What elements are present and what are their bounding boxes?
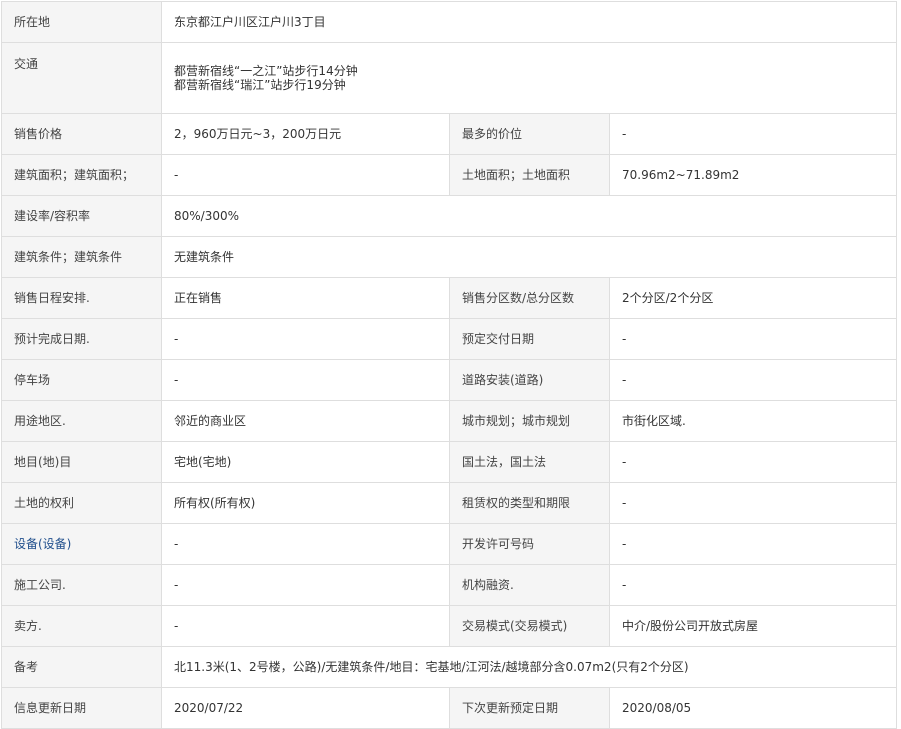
label-zoning: 用途地区. [1,400,162,442]
value-sales-lots: 2个分区/2个分区 [608,277,898,319]
value-zoning: 邻近的商业区 [161,400,450,442]
row-building-condition: 建筑条件；建筑条件 无建筑条件 [1,236,898,278]
row-building-area: 建筑面积；建筑面积； - 土地面积；土地面积 70.96m2~71.89m2 [1,154,898,196]
row-zoning: 用途地区. 邻近的商业区 城市规划；城市规划 市街化区域. [1,400,898,442]
value-facilities: - [161,523,450,565]
label-financing: 机构融资. [449,564,610,606]
transport-line-2: 都营新宿线“瑞江”站步行19分钟 [174,78,346,92]
row-land-category: 地目(地)目 宅地(宅地) 国土法，国土法 - [1,441,898,483]
label-building-condition: 建筑条件；建筑条件 [1,236,162,278]
label-land-category: 地目(地)目 [1,441,162,483]
value-financing: - [608,564,898,606]
row-land-rights: 土地的权利 所有权(所有权) 租赁权的类型和期限 - [1,482,898,524]
label-sales-lots: 销售分区数/总分区数 [449,277,610,319]
value-remarks: 北11.3米(1、2号楼，公路)/无建筑条件/地目：宅基地/江河法/越境部分含0… [160,646,898,688]
label-national-land-law: 国土法，国土法 [449,441,610,483]
label-completion-date: 预计完成日期. [1,318,162,360]
label-seller: 卖方. [1,605,162,647]
value-info-updated: 2020/07/22 [161,687,450,729]
label-land-area: 土地面积；土地面积 [449,154,610,196]
value-parking: - [161,359,450,401]
label-building-area: 建筑面积；建筑面积； [1,154,162,196]
row-location: 所在地 东京都江户川区江户川3丁目 [1,1,898,43]
label-delivery-date: 预定交付日期 [449,318,610,360]
row-seller: 卖方. - 交易模式(交易模式) 中介/股份公司开放式房屋 [1,605,898,647]
label-development-permit: 开发许可号码 [449,523,610,565]
value-seller: - [161,605,450,647]
value-next-update: 2020/08/05 [608,687,898,729]
label-contractor: 施工公司. [1,564,162,606]
value-coverage: 80%/300% [160,195,898,237]
value-contractor: - [161,564,450,606]
transport-line-1: 都营新宿线“一之江”站步行14分钟 [174,64,358,78]
row-completion: 预计完成日期. - 预定交付日期 - [1,318,898,360]
value-transport: 都营新宿线“一之江”站步行14分钟 都营新宿线“瑞江”站步行19分钟 [160,42,898,114]
value-land-category: 宅地(宅地) [161,441,450,483]
label-sales-schedule: 销售日程安排. [1,277,162,319]
value-transaction-mode: 中介/股份公司开放式房屋 [608,605,898,647]
value-most-common-price: - [608,113,898,155]
value-city-planning: 市街化区域. [608,400,898,442]
label-location: 所在地 [1,1,162,43]
value-building-area: - [161,154,450,196]
row-coverage: 建设率/容积率 80%/300% [1,195,898,237]
label-land-rights: 土地的权利 [1,482,162,524]
value-building-condition: 无建筑条件 [160,236,898,278]
value-national-land-law: - [608,441,898,483]
value-road: - [608,359,898,401]
label-lease-type: 租赁权的类型和期限 [449,482,610,524]
property-spec-table: 所在地 东京都江户川区江户川3丁目 交通 都营新宿线“一之江”站步行14分钟 都… [1,1,898,729]
row-parking: 停车场 - 道路安装(道路) - [1,359,898,401]
value-development-permit: - [608,523,898,565]
label-city-planning: 城市规划；城市规划 [449,400,610,442]
value-price: 2，960万日元~3，200万日元 [161,113,450,155]
label-price: 销售价格 [1,113,162,155]
label-parking: 停车场 [1,359,162,401]
label-most-common-price: 最多的价位 [449,113,610,155]
label-transaction-mode: 交易模式(交易模式) [449,605,610,647]
facilities-link[interactable]: 设备(设备) [14,537,71,551]
value-land-area: 70.96m2~71.89m2 [608,154,898,196]
label-remarks: 备考 [1,646,162,688]
value-delivery-date: - [608,318,898,360]
label-transport: 交通 [1,42,162,114]
row-facilities: 设备(设备) - 开发许可号码 - [1,523,898,565]
label-info-updated: 信息更新日期 [1,687,162,729]
label-road: 道路安装(道路) [449,359,610,401]
value-lease-type: - [608,482,898,524]
row-contractor: 施工公司. - 机构融资. - [1,564,898,606]
value-sales-schedule: 正在销售 [161,277,450,319]
value-location: 东京都江户川区江户川3丁目 [160,1,898,43]
row-transport: 交通 都营新宿线“一之江”站步行14分钟 都营新宿线“瑞江”站步行19分钟 [1,42,898,114]
label-facilities-cell: 设备(设备) [1,523,162,565]
value-land-rights: 所有权(所有权) [161,482,450,524]
label-coverage: 建设率/容积率 [1,195,162,237]
row-remarks: 备考 北11.3米(1、2号楼，公路)/无建筑条件/地目：宅基地/江河法/越境部… [1,646,898,688]
value-completion-date: - [161,318,450,360]
row-price: 销售价格 2，960万日元~3，200万日元 最多的价位 - [1,113,898,155]
row-update-dates: 信息更新日期 2020/07/22 下次更新预定日期 2020/08/05 [1,687,898,729]
label-next-update: 下次更新预定日期 [449,687,610,729]
row-sales-schedule: 销售日程安排. 正在销售 销售分区数/总分区数 2个分区/2个分区 [1,277,898,319]
